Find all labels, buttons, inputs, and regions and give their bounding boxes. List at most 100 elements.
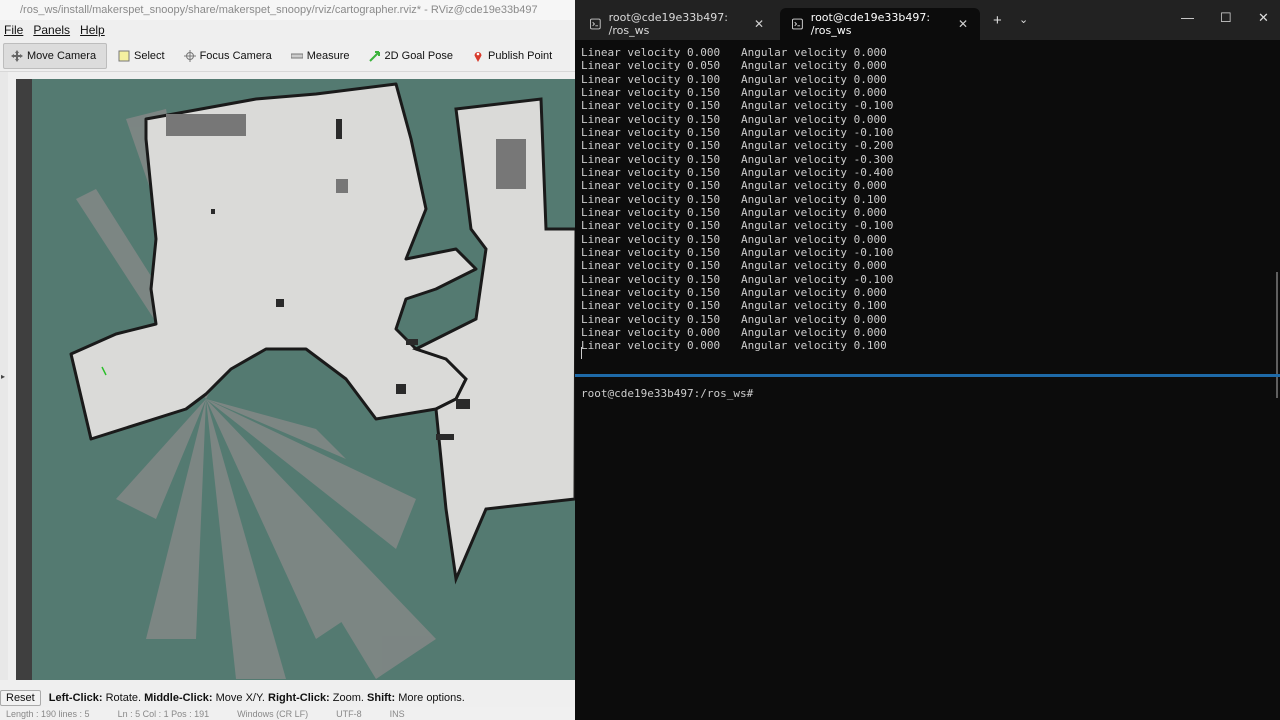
output-line: Linear velocity 0.150 Angular velocity 0.…	[581, 233, 887, 246]
angular-velocity-text: Angular velocity 0.000	[741, 285, 887, 299]
measure-button[interactable]: Measure	[283, 43, 358, 69]
measure-label: Measure	[306, 50, 350, 62]
terminal-tab-2-label: root@cde19e33b497: /ros_ws	[810, 11, 931, 37]
hint-rotate: Rotate.	[102, 692, 145, 704]
angular-velocity-text: Angular velocity 0.000	[741, 85, 887, 99]
move-camera-button[interactable]: Move Camera	[3, 43, 107, 69]
hint-middle-click: Middle-Click:	[144, 692, 213, 704]
output-line: Linear velocity 0.150 Angular velocity 0.…	[581, 192, 887, 206]
move-camera-icon	[11, 50, 23, 62]
angular-velocity-text: Angular velocity 0.100	[741, 192, 887, 206]
linear-velocity-text: Linear velocity 0.100	[581, 72, 721, 86]
output-line: Linear velocity 0.150 Angular velocity 0.…	[581, 259, 887, 272]
angular-velocity-text: Angular velocity 0.000	[741, 59, 887, 73]
3d-map-view[interactable]	[16, 79, 575, 680]
angular-velocity-text: Angular velocity -0.100	[741, 99, 894, 113]
angular-velocity-text: Angular velocity 0.000	[741, 112, 887, 126]
terminal-tab-2[interactable]: root@cde19e33b497: /ros_ws ✕	[780, 8, 980, 40]
terminal-window: root@cde19e33b497: /ros_ws ✕ root@cde19e…	[575, 0, 1280, 720]
2d-goal-pose-label: 2D Goal Pose	[384, 50, 453, 62]
tab-dropdown-icon[interactable]: ⌄	[1019, 13, 1028, 26]
rviz-menubar: File Panels Help	[0, 20, 575, 40]
linear-velocity-text: Linear velocity 0.150	[581, 312, 721, 326]
output-line: Linear velocity 0.150 Angular velocity 0.…	[581, 312, 887, 326]
linear-velocity-text: Linear velocity 0.150	[581, 245, 721, 259]
linear-velocity-text: Linear velocity 0.000	[581, 339, 721, 353]
close-tab-2-icon[interactable]: ✕	[958, 17, 968, 31]
close-window-icon[interactable]: ✕	[1258, 10, 1269, 26]
angular-velocity-text: Angular velocity -0.100	[741, 245, 894, 259]
view-left-border	[16, 79, 32, 680]
menu-panels[interactable]: Panels	[33, 23, 70, 37]
linear-velocity-text: Linear velocity 0.150	[581, 99, 721, 113]
menu-file[interactable]: File	[4, 23, 23, 37]
terminal-cursor	[581, 347, 582, 359]
powershell-icon	[590, 18, 601, 30]
dock-expand-arrow-icon[interactable]: ▸	[1, 372, 5, 381]
terminal-pane-top[interactable]: Linear velocity 0.000 Angular velocity 0.…	[575, 40, 1280, 398]
output-line: Linear velocity 0.150 Angular velocity 0.…	[581, 86, 887, 99]
angular-velocity-text: Angular velocity 0.000	[741, 325, 887, 339]
focus-camera-button[interactable]: Focus Camera	[176, 43, 280, 69]
powershell-icon	[792, 18, 803, 30]
menu-panels-label: Panels	[33, 23, 71, 37]
linear-velocity-text: Linear velocity 0.150	[581, 192, 721, 206]
ghost-mode: INS	[389, 708, 405, 719]
linear-velocity-text: Linear velocity 0.150	[581, 285, 721, 299]
output-line: Linear velocity 0.150 Angular velocity -0…	[581, 245, 893, 259]
minimize-icon[interactable]: —	[1181, 10, 1194, 25]
linear-velocity-text: Linear velocity 0.150	[581, 205, 721, 219]
linear-velocity-text: Linear velocity 0.150	[581, 299, 721, 313]
linear-velocity-text: Linear velocity 0.150	[581, 152, 721, 166]
angular-velocity-text: Angular velocity -0.200	[741, 139, 894, 153]
output-line: Linear velocity 0.150 Angular velocity 0.…	[581, 113, 887, 126]
ghost-position: Ln : 5 Col : 1 Pos : 191	[117, 708, 210, 719]
angular-velocity-text: Angular velocity 0.000	[741, 46, 887, 59]
angular-velocity-text: Angular velocity -0.300	[741, 152, 894, 166]
linear-velocity-text: Linear velocity 0.000	[581, 46, 721, 59]
angular-velocity-text: Angular velocity 0.000	[741, 205, 887, 219]
angular-velocity-text: Angular velocity 0.100	[741, 339, 887, 353]
menu-help-label: Help	[80, 23, 105, 37]
output-line: Linear velocity 0.150 Angular velocity -0…	[581, 152, 893, 166]
ghost-encoding: UTF-8	[336, 708, 362, 719]
angular-velocity-text: Angular velocity -0.400	[741, 165, 894, 179]
output-line: Linear velocity 0.050 Angular velocity 0.…	[581, 59, 887, 73]
occupancy-map	[69, 82, 575, 679]
output-line: Linear velocity 0.100 Angular velocity 0.…	[581, 72, 887, 86]
angular-velocity-text: Angular velocity -0.100	[741, 272, 894, 286]
measure-icon	[290, 53, 303, 59]
hint-move: Move X/Y.	[212, 692, 268, 704]
mouse-hint: Left-Click: Rotate. Middle-Click: Move X…	[49, 692, 465, 704]
rviz-window: /ros_ws/install/makerspet_snoopy/share/m…	[0, 0, 575, 720]
output-line: Linear velocity 0.000 Angular velocity 0.…	[581, 326, 887, 339]
angular-velocity-text: Angular velocity 0.000	[741, 179, 887, 193]
focus-camera-icon	[183, 50, 196, 62]
close-tab-1-icon[interactable]: ✕	[754, 17, 764, 31]
reset-button[interactable]: Reset	[0, 690, 41, 706]
goal-pose-icon	[368, 51, 380, 62]
focus-camera-label: Focus Camera	[199, 50, 272, 62]
output-line: Linear velocity 0.000 Angular velocity 0.…	[581, 46, 887, 59]
publish-point-button[interactable]: Publish Point	[464, 43, 560, 69]
angular-velocity-text: Angular velocity 0.000	[741, 312, 887, 326]
select-button[interactable]: Select	[110, 43, 173, 69]
terminal-tab-1[interactable]: root@cde19e33b497: /ros_ws ✕	[578, 8, 776, 40]
rviz-title-bar: /ros_ws/install/makerspet_snoopy/share/m…	[0, 0, 575, 20]
select-label: Select	[134, 50, 165, 62]
output-line: Linear velocity 0.000 Angular velocity 0.…	[581, 339, 887, 353]
terminal-pane-bottom[interactable]: root@cde19e33b497:/ros_ws#	[575, 377, 1280, 720]
move-camera-label: Move Camera	[27, 50, 97, 62]
output-line: Linear velocity 0.150 Angular velocity 0.…	[581, 285, 887, 299]
output-line: Linear velocity 0.150 Angular velocity -0…	[581, 166, 893, 179]
angular-velocity-text: Angular velocity 0.100	[741, 299, 887, 313]
2d-goal-pose-button[interactable]: 2D Goal Pose	[361, 43, 461, 69]
output-line: Linear velocity 0.150 Angular velocity -0…	[581, 126, 893, 139]
hint-more: More options.	[395, 692, 465, 704]
maximize-icon[interactable]: ☐	[1220, 10, 1232, 26]
linear-velocity-text: Linear velocity 0.050	[581, 59, 721, 73]
select-icon	[118, 50, 130, 62]
hint-right-click: Right-Click:	[268, 692, 330, 704]
menu-help[interactable]: Help	[80, 23, 105, 37]
new-tab-icon[interactable]: +	[993, 12, 1002, 29]
